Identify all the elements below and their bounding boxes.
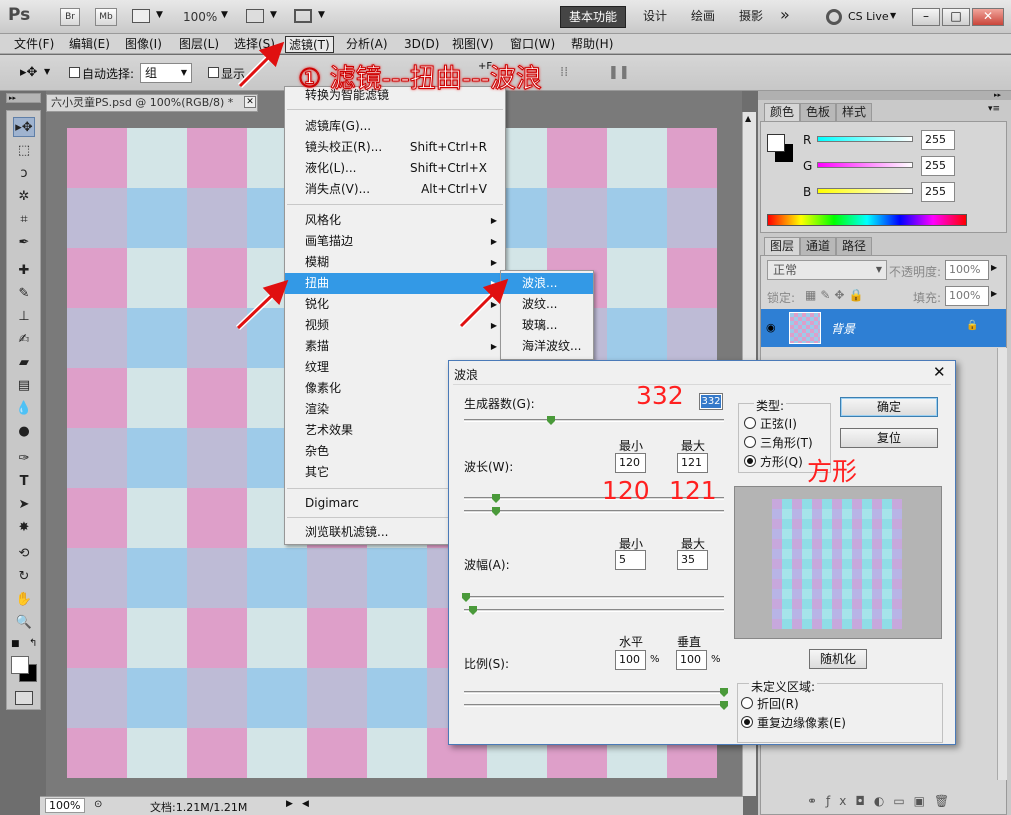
annotation-wavelength-max: 121 [669,476,717,505]
annotation-generators: 332 [636,381,684,410]
arrow-to-distort [236,279,289,330]
arrow-to-wave [459,278,509,328]
annotation-wavelength-min: 120 [602,476,650,505]
arrow-to-filter-menu [238,41,285,88]
annotation-type: 方形 [807,457,858,486]
annotation-arrows [235,41,509,331]
annotation-step-label: ① 滤镜---扭曲---波浪 [298,64,543,95]
